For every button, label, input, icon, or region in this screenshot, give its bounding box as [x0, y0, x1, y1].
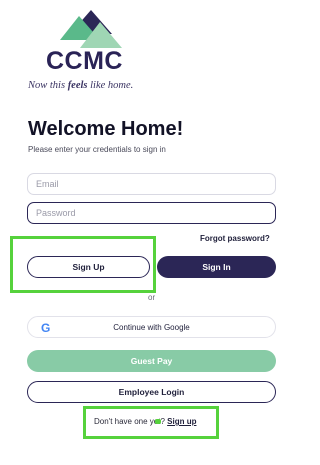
employee-login-button[interactable]: Employee Login: [27, 381, 276, 403]
tagline-emphasis: feels: [67, 80, 88, 91]
guest-pay-button[interactable]: Guest Pay: [27, 350, 276, 372]
cursor-marker: [155, 419, 161, 424]
password-field[interactable]: [27, 202, 276, 224]
tagline-part: Now this: [28, 80, 68, 91]
google-button-label: Continue with Google: [113, 322, 190, 332]
highlight-box-footer: [83, 406, 219, 439]
page-subtitle: Please enter your credentials to sign in: [28, 145, 166, 154]
tagline-part: like home.: [87, 80, 134, 91]
house-logo-icon: [60, 10, 122, 48]
google-signin-button[interactable]: G Continue with Google: [27, 316, 276, 338]
email-field[interactable]: [27, 173, 276, 195]
google-icon: G: [41, 321, 51, 335]
tagline: Now this feels like home.: [28, 80, 133, 91]
highlight-box-sign-up: [10, 236, 156, 293]
or-divider: or: [148, 293, 156, 302]
sign-in-button[interactable]: Sign In: [157, 256, 276, 278]
forgot-password-link[interactable]: Forgot password?: [200, 234, 270, 243]
logo-text: CCMC: [46, 47, 123, 75]
page-title: Welcome Home!: [28, 118, 184, 140]
